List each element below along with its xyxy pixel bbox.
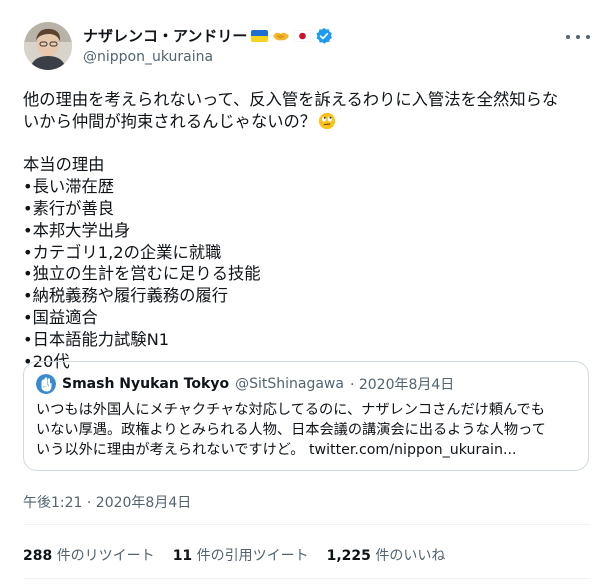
dot-icon	[586, 35, 590, 39]
likes-stat[interactable]: 1,225 件のいいね	[327, 545, 446, 565]
tweet-line: •納税義務や履行義務の履行	[23, 286, 228, 306]
tweet-timestamp[interactable]: 午後1:21 · 2020年8月4日	[23, 492, 191, 512]
quoted-tweet-header: Smash Nyukan Tokyo @SitShinagawa · 2020年…	[36, 374, 454, 394]
author-avatar[interactable]	[24, 22, 72, 70]
tweet-line: •独立の生計を営むに足りる技能	[23, 264, 261, 284]
handshake-icon	[273, 32, 290, 40]
retweets-stat[interactable]: 288 件のリツイート	[23, 545, 155, 565]
quoted-tweet-date[interactable]: · 2020年8月4日	[350, 374, 454, 394]
author-name-row[interactable]: ナザレンコ・アンドリー	[83, 25, 333, 46]
dot-icon	[566, 35, 570, 39]
dot-icon	[576, 35, 580, 39]
quoted-tweet-text: いつもは外国人にメチャクチャな対応してるのに、ナザレンコさんだけ頼んでも いない…	[36, 400, 576, 460]
engagement-stats: 288 件のリツイート 11 件の引用ツイート 1,225 件のいいね	[23, 545, 463, 565]
more-options-button[interactable]	[566, 30, 590, 44]
tweet-line: •日本語能力試験N1	[23, 329, 170, 349]
retweets-label: 件のリツイート	[56, 548, 155, 564]
tweet-line: •長い滞在歴	[23, 177, 115, 197]
quoted-line: いない厚遇。政権よりとみられる人物、日本会議の講演会に出るような人物って	[36, 422, 546, 438]
tweet-line-text: いから仲間が拘束されるんじゃないの？	[23, 111, 317, 131]
verified-badge-icon	[316, 27, 333, 44]
author-display-name[interactable]: ナザレンコ・アンドリー	[83, 25, 247, 46]
tweet-line: 他の理由を考えられないって、反入管を訴えるわりに入管法を全然知らな	[23, 90, 559, 109]
quote-tweets-label: 件の引用ツイート	[196, 548, 309, 564]
likes-count: 1,225	[326, 548, 371, 564]
quote-tweets-stat[interactable]: 11 件の引用ツイート	[173, 545, 309, 565]
tweet-line: •国益適合	[23, 307, 98, 327]
quoted-line: いう以外に理由が考えられないですけど。 twitter.com/nippon_u…	[36, 442, 517, 458]
tweet-card: ナザレンコ・アンドリー @nippon_ukuraina 他の理由を考えられない…	[0, 0, 613, 584]
tweet-line: 本当の理由	[23, 155, 105, 175]
retweets-count: 288	[23, 548, 53, 564]
divider	[23, 524, 590, 525]
quoted-line: いつもは外国人にメチャクチャな対応してるのに、ナザレンコさんだけ頼んでも	[36, 402, 545, 418]
tweet-line: いから仲間が拘束されるんじゃないの？	[23, 111, 595, 133]
quoted-author-name[interactable]: Smash Nyukan Tokyo	[62, 376, 229, 392]
tweet-line: •素行が善良	[23, 198, 115, 218]
japan-flag-icon	[294, 29, 312, 42]
ukraine-flag-icon	[251, 29, 269, 42]
author-handle[interactable]: @nippon_ukuraina	[83, 49, 213, 65]
quote-tweets-count: 11	[172, 548, 193, 564]
quoted-author-avatar[interactable]	[36, 374, 56, 394]
tweet-line: •本邦大学出身	[23, 220, 131, 240]
tweet-line: •カテゴリ1,2の企業に就職	[23, 242, 222, 262]
quoted-author-handle[interactable]: @SitShinagawa	[235, 376, 344, 392]
rolling-eyes-face-icon	[318, 112, 336, 129]
quoted-tweet[interactable]: Smash Nyukan Tokyo @SitShinagawa · 2020年…	[23, 361, 589, 471]
tweet-text: 他の理由を考えられないって、反入管を訴えるわりに入管法を全然知らな いから仲間が…	[23, 89, 595, 372]
divider	[23, 578, 590, 579]
likes-label: 件のいいね	[375, 548, 446, 564]
